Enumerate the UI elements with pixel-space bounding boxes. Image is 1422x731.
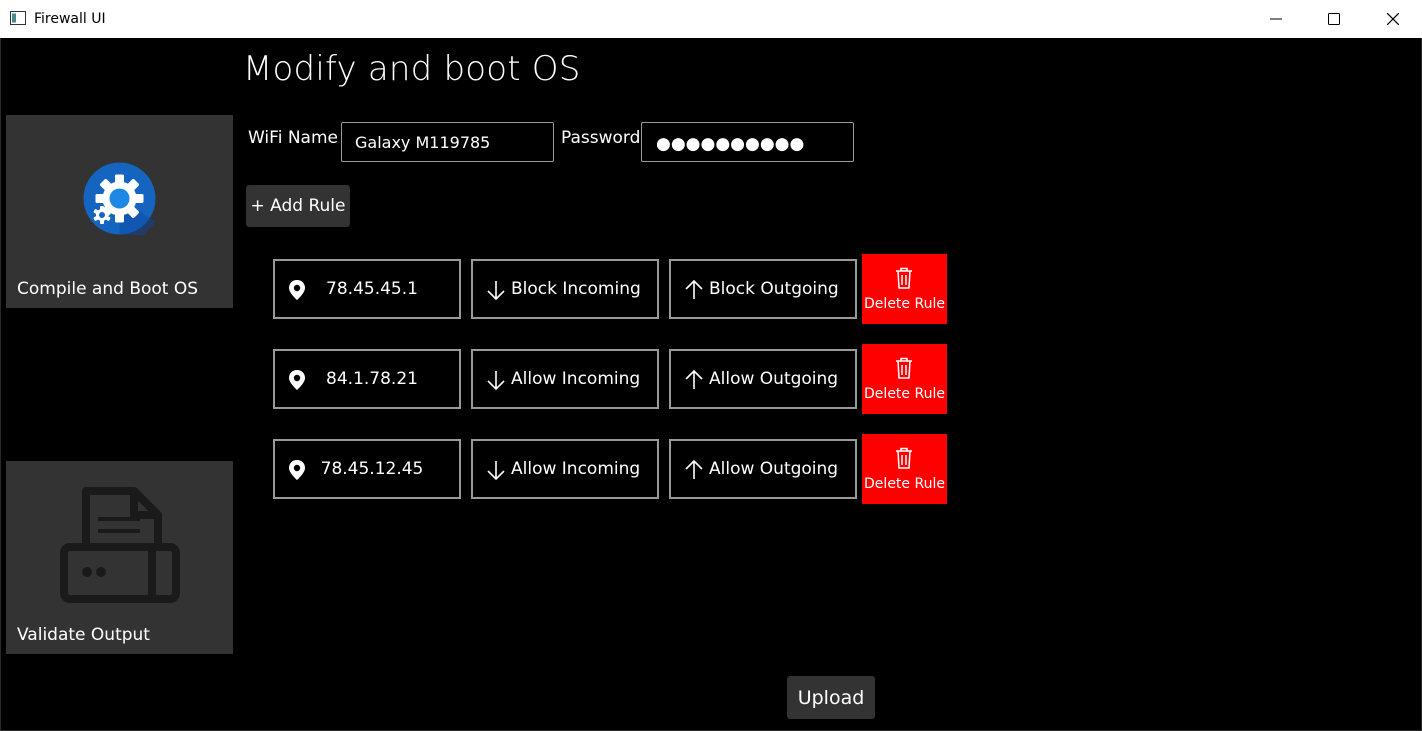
sidebar-item-validate-output[interactable]: Validate Output xyxy=(6,461,233,654)
window-title: Firewall UI xyxy=(34,11,106,27)
rule-incoming-label: Allow Incoming xyxy=(511,459,641,479)
location-pin-icon xyxy=(289,460,305,480)
maximize-button[interactable] xyxy=(1305,0,1363,38)
printer-icon xyxy=(60,487,180,603)
rule-incoming-label: Allow Incoming xyxy=(511,369,641,389)
upload-button[interactable]: Upload xyxy=(787,676,875,719)
wifi-name-label: WiFi Name xyxy=(248,128,338,148)
minimize-button[interactable] xyxy=(1247,0,1305,38)
trash-icon xyxy=(896,357,912,379)
arrow-down-icon xyxy=(487,281,505,301)
arrow-up-icon xyxy=(685,279,703,299)
rule-ip-value: 78.45.12.45 xyxy=(320,459,424,479)
close-button[interactable] xyxy=(1364,0,1422,38)
rule-ip-field[interactable]: 84.1.78.21 xyxy=(273,349,461,409)
sidebar-item-compile-boot[interactable]: Compile and Boot OS xyxy=(6,115,233,308)
rule-incoming-label: Block Incoming xyxy=(511,279,641,299)
rule-outgoing-toggle[interactable]: Block Outgoing xyxy=(669,259,857,319)
location-pin-icon xyxy=(289,370,305,390)
title-bar[interactable]: Firewall UI xyxy=(0,0,1422,38)
arrow-up-icon xyxy=(685,459,703,479)
rule-ip-value: 78.45.45.1 xyxy=(326,279,418,299)
delete-rule-button[interactable]: Delete Rule xyxy=(862,344,947,414)
rule-ip-field[interactable]: 78.45.45.1 xyxy=(273,259,461,319)
maximize-icon xyxy=(1328,13,1340,25)
rule-ip-value: 84.1.78.21 xyxy=(326,369,418,389)
rule-incoming-toggle[interactable]: Allow Incoming xyxy=(471,439,659,499)
trash-icon xyxy=(896,447,912,469)
password-label: Password xyxy=(561,128,641,148)
rule-outgoing-toggle[interactable]: Allow Outgoing xyxy=(669,439,857,499)
trash-icon xyxy=(896,267,912,289)
delete-rule-button[interactable]: Delete Rule xyxy=(862,434,947,504)
sidebar-item-label: Validate Output xyxy=(17,625,150,645)
rule-outgoing-label: Block Outgoing xyxy=(709,279,839,299)
location-pin-icon xyxy=(289,280,305,300)
delete-rule-button[interactable]: Delete Rule xyxy=(862,254,947,324)
page-title: Modify and boot OS xyxy=(243,49,581,89)
rule-outgoing-label: Allow Outgoing xyxy=(709,459,839,479)
wifi-name-input[interactable] xyxy=(341,122,554,162)
password-input[interactable] xyxy=(641,122,854,162)
arrow-up-icon xyxy=(685,369,703,389)
rule-outgoing-toggle[interactable]: Allow Outgoing xyxy=(669,349,857,409)
close-icon xyxy=(1387,13,1399,25)
add-rule-button[interactable]: + Add Rule xyxy=(246,185,350,227)
sidebar-item-label: Compile and Boot OS xyxy=(17,279,199,299)
delete-rule-label: Delete Rule xyxy=(864,296,945,312)
delete-rule-label: Delete Rule xyxy=(864,476,945,492)
rule-ip-field[interactable]: 78.45.12.45 xyxy=(273,439,461,499)
arrow-down-icon xyxy=(487,461,505,481)
rule-incoming-toggle[interactable]: Block Incoming xyxy=(471,259,659,319)
delete-rule-label: Delete Rule xyxy=(864,386,945,402)
rule-outgoing-label: Allow Outgoing xyxy=(709,369,839,389)
arrow-down-icon xyxy=(487,371,505,391)
app-window-icon xyxy=(10,11,26,25)
settings-gear-icon xyxy=(83,162,156,235)
minimize-icon xyxy=(1270,18,1282,20)
rule-incoming-toggle[interactable]: Allow Incoming xyxy=(471,349,659,409)
